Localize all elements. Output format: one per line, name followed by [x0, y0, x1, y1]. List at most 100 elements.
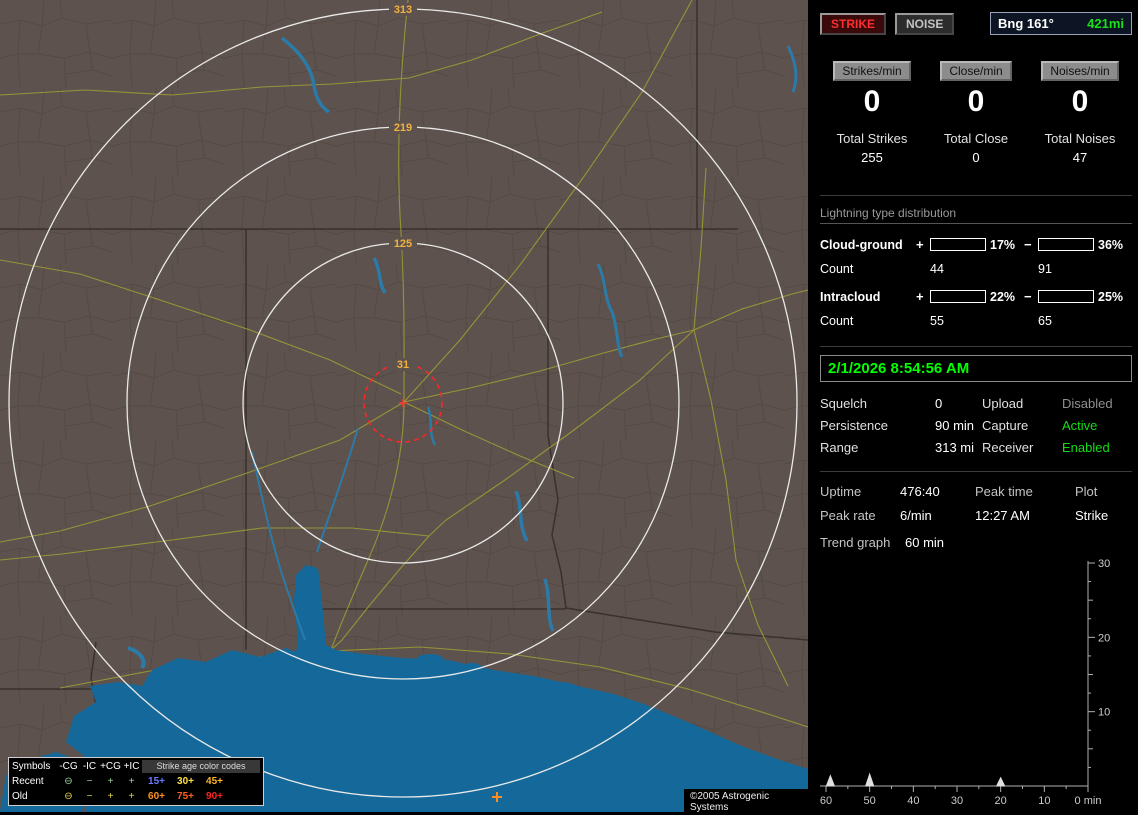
cg-negative-bar	[1038, 238, 1094, 251]
cg-positive-pct: 17%	[990, 237, 1016, 252]
legend-col-neg-ic: -IC	[82, 761, 97, 772]
plus-sign: +	[916, 289, 924, 304]
ring-label-219: 219	[394, 122, 412, 134]
ic-positive-count: 55	[930, 314, 944, 328]
count-label: Count	[820, 262, 854, 276]
plus-sign: +	[916, 237, 924, 252]
sidebar: STRIKE NOISE Bng 161° 421mi Strikes/min …	[812, 0, 1138, 812]
cg-negative-count: 91	[1038, 262, 1052, 276]
cloud-ground-label: Cloud-ground	[820, 237, 903, 252]
neg-cg-recent-icon: ⊖	[64, 776, 73, 787]
squelch-label: Squelch	[820, 396, 867, 411]
cg-positive-bar	[930, 238, 986, 251]
plot-label: Plot	[1075, 484, 1098, 499]
bearing-label: Bng 161°	[998, 16, 1054, 31]
neg-ic-recent-icon: −	[86, 776, 93, 787]
pos-cg-recent-icon: +	[107, 776, 114, 787]
total-noises-value: 47	[1072, 150, 1088, 165]
persistence-label: Persistence	[820, 418, 888, 433]
pos-ic-recent-icon: +	[128, 776, 135, 787]
cloud-ground-row: Cloud-ground + 17% − 36%	[820, 237, 1132, 252]
ic-negative-bar	[1038, 290, 1094, 303]
x-tick-label: 60	[820, 795, 832, 807]
peak-time-value: 12:27 AM	[975, 508, 1030, 523]
strikes-counter: Strikes/min 0 Total Strikes 255	[820, 61, 924, 165]
legend-age-header: Strike age color codes	[142, 760, 260, 773]
x-tick-label: 20	[995, 795, 1007, 807]
separator	[820, 471, 1132, 472]
legend-col-pos-cg: +CG	[100, 761, 121, 772]
separator	[820, 195, 1132, 196]
total-strikes-value: 255	[861, 150, 883, 165]
legend-header-row: Symbols -CG -IC +CG +IC Strike age color…	[12, 759, 260, 774]
capture-label: Capture	[982, 418, 1029, 433]
distribution-title: Lightning type distribution	[820, 206, 1132, 224]
intracloud-count-row: Count 55 65	[820, 314, 1132, 328]
trend-spike	[995, 776, 1006, 787]
y-tick-label: 10	[1098, 707, 1110, 719]
plot-value: Strike	[1075, 508, 1109, 523]
pos-ic-old-icon: +	[128, 791, 135, 802]
copyright-label: ©2005 Astrogenic Systems	[684, 789, 808, 815]
x-tick-label: 10	[1038, 795, 1050, 807]
minus-sign: −	[1024, 289, 1032, 304]
trend-graph-label: Trend graph	[820, 535, 891, 550]
cg-negative-pct: 36%	[1098, 237, 1124, 252]
ring-label-313: 313	[394, 4, 412, 16]
legend-recent-label: Recent	[12, 776, 44, 787]
capture-status: Active	[1062, 418, 1098, 433]
trend-chart-svg: 30 20 10 60 50 40 30 20 10 0 min	[820, 558, 1110, 807]
y-tick-label: 20	[1098, 632, 1110, 644]
total-close-label: Total Close	[943, 131, 1009, 146]
strike-button[interactable]: STRIKE	[820, 12, 887, 35]
ic-negative-count: 65	[1038, 314, 1052, 328]
legend-col-neg-cg: -CG	[59, 761, 78, 772]
age-code-30: 30+	[177, 776, 194, 787]
total-strikes-label: Total Strikes	[836, 131, 908, 146]
cloud-ground-count-row: Count 44 91	[820, 262, 1132, 276]
trend-window-value: 60 min	[905, 535, 945, 550]
legend-old-label: Old	[12, 791, 28, 802]
close-per-min-value: 0	[967, 85, 985, 118]
upload-label: Upload	[982, 396, 1024, 411]
trend-spike	[864, 772, 875, 787]
peak-rate-value: 6/min	[900, 508, 932, 523]
ic-positive-pct: 22%	[990, 289, 1016, 304]
ic-negative-pct: 25%	[1098, 289, 1124, 304]
receiver-label: Receiver	[982, 440, 1034, 455]
noise-button[interactable]: NOISE	[895, 12, 955, 35]
session-section: Uptime 476:40 Peak time Plot Peak rate 6…	[820, 484, 1132, 523]
age-code-45: 45+	[206, 776, 223, 787]
legend-col-pos-ic: +IC	[123, 761, 140, 772]
x-tick-label: 50	[864, 795, 876, 807]
peak-rate-label: Peak rate	[820, 508, 876, 523]
lightning-map[interactable]: 313 219 125 31 Symbols -CG -IC +CG +IC S…	[0, 0, 808, 815]
peak-time-label: Peak time	[975, 484, 1033, 499]
strikes-per-min-value: 0	[863, 85, 881, 118]
bearing-box: Bng 161° 421mi	[990, 12, 1132, 35]
ring-label-125: 125	[394, 238, 412, 250]
age-code-15: 15+	[148, 776, 165, 787]
uptime-value: 476:40	[900, 484, 940, 499]
count-label: Count	[820, 314, 854, 328]
neg-ic-old-icon: −	[86, 791, 93, 802]
age-code-60: 60+	[148, 791, 165, 802]
intracloud-label: Intracloud	[820, 289, 881, 304]
datetime-display: 2/1/2026 8:54:56 AM	[820, 355, 1132, 382]
squelch-value: 0	[935, 396, 943, 411]
strikes-per-min-button[interactable]: Strikes/min	[833, 61, 911, 81]
x-tick-label: 0 min	[1075, 795, 1102, 807]
intracloud-row: Intracloud + 22% − 25%	[820, 289, 1132, 304]
age-code-75: 75+	[177, 791, 194, 802]
range-label: Range	[820, 440, 859, 455]
receiver-status: Enabled	[1062, 440, 1110, 455]
status-section: Squelch 0 Upload Disabled Persistence 90…	[820, 396, 1132, 455]
close-per-min-button[interactable]: Close/min	[940, 61, 1012, 81]
x-tick-label: 40	[907, 795, 919, 807]
counters-section: Strikes/min 0 Total Strikes 255 Close/mi…	[820, 61, 1132, 165]
persistence-value: 90 min	[935, 418, 975, 433]
noises-per-min-button[interactable]: Noises/min	[1041, 61, 1119, 81]
range-value: 313 mi	[935, 440, 975, 455]
upload-status: Disabled	[1062, 396, 1113, 411]
trend-graph-row: Trend graph 60 min	[820, 535, 1132, 550]
